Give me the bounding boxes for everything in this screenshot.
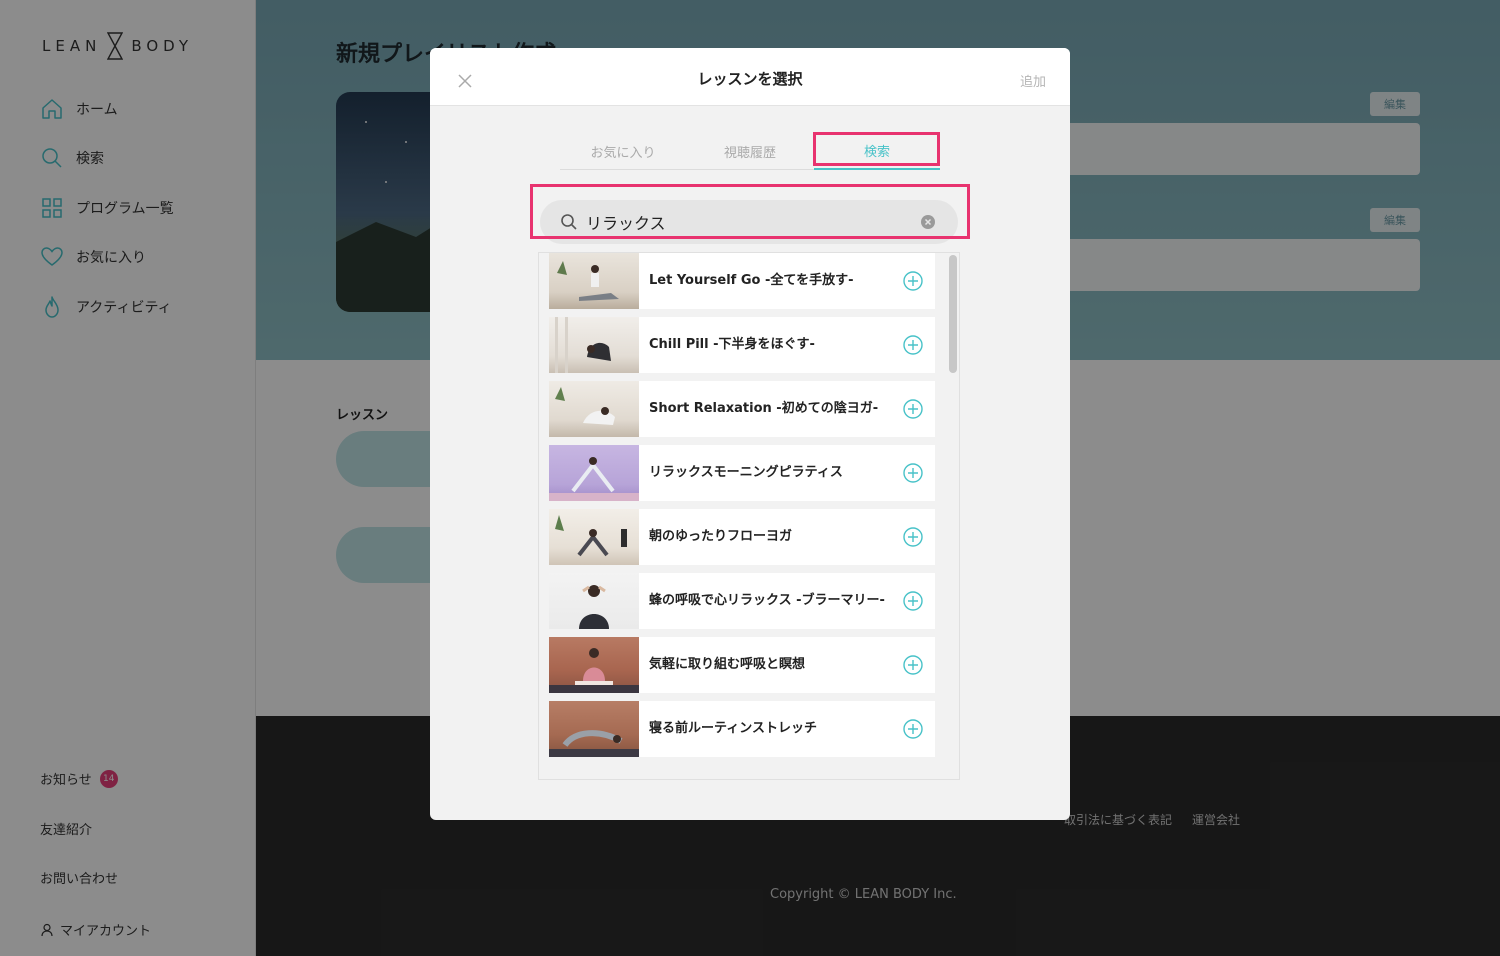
- add-lesson-icon[interactable]: [903, 271, 923, 291]
- lesson-results: Let Yourself Go -全てを手放す- Chill Pill -下半身…: [538, 252, 960, 780]
- lesson-title: Chill Pill -下半身をほぐす-: [649, 337, 815, 352]
- lesson-row[interactable]: Short Relaxation -初めての陰ヨガ-: [549, 381, 935, 437]
- add-lesson-icon[interactable]: [903, 719, 923, 739]
- lesson-title: 朝のゆったりフローヨガ: [649, 529, 793, 544]
- lesson-thumbnail: [549, 381, 639, 437]
- lesson-title: 気軽に取り組む呼吸と瞑想: [649, 657, 806, 672]
- modal-header: レッスンを選択 追加: [430, 48, 1070, 106]
- lesson-title: 寝る前ルーティンストレッチ: [649, 721, 817, 736]
- lesson-thumbnail: [549, 253, 639, 309]
- lesson-thumbnail: [549, 573, 639, 629]
- lesson-select-modal: レッスンを選択 追加 お気に入り 視聴履歴 検索 Let Yourself Go…: [430, 48, 1070, 820]
- tab-favorites[interactable]: お気に入り: [560, 132, 686, 170]
- lesson-row[interactable]: 蜂の呼吸で心リラックス -ブラーマリー-: [549, 573, 935, 629]
- list-scrollbar[interactable]: [949, 255, 957, 373]
- lesson-row[interactable]: Let Yourself Go -全てを手放す-: [549, 253, 935, 309]
- add-lesson-icon[interactable]: [903, 463, 923, 483]
- lesson-title: リラックスモーニングピラティス: [649, 465, 843, 480]
- lesson-row[interactable]: リラックスモーニングピラティス: [549, 445, 935, 501]
- lesson-thumbnail: [549, 509, 639, 565]
- add-lesson-icon[interactable]: [903, 335, 923, 355]
- add-lesson-icon[interactable]: [903, 655, 923, 675]
- tab-history[interactable]: 視聴履歴: [687, 132, 813, 170]
- add-lesson-icon[interactable]: [903, 527, 923, 547]
- lesson-row[interactable]: 寝る前ルーティンストレッチ: [549, 701, 935, 757]
- lesson-list: Let Yourself Go -全てを手放す- Chill Pill -下半身…: [549, 253, 935, 763]
- search-tab-highlight: [813, 132, 940, 166]
- lesson-thumbnail: [549, 637, 639, 693]
- add-button[interactable]: 追加: [1020, 71, 1046, 90]
- add-lesson-icon[interactable]: [903, 399, 923, 419]
- lesson-title: Short Relaxation -初めての陰ヨガ-: [649, 401, 879, 416]
- lesson-thumbnail: [549, 701, 639, 757]
- lesson-thumbnail: [549, 317, 639, 373]
- lesson-row[interactable]: 気軽に取り組む呼吸と瞑想: [549, 637, 935, 693]
- search-box-highlight: [530, 184, 970, 239]
- lesson-row[interactable]: 朝のゆったりフローヨガ: [549, 509, 935, 565]
- lesson-title: Let Yourself Go -全てを手放す-: [649, 273, 854, 288]
- lesson-title: 蜂の呼吸で心リラックス -ブラーマリー-: [649, 593, 885, 608]
- add-lesson-icon[interactable]: [903, 591, 923, 611]
- lesson-thumbnail: [549, 445, 639, 501]
- lesson-row[interactable]: Chill Pill -下半身をほぐす-: [549, 317, 935, 373]
- modal-title: レッスンを選択: [697, 70, 803, 88]
